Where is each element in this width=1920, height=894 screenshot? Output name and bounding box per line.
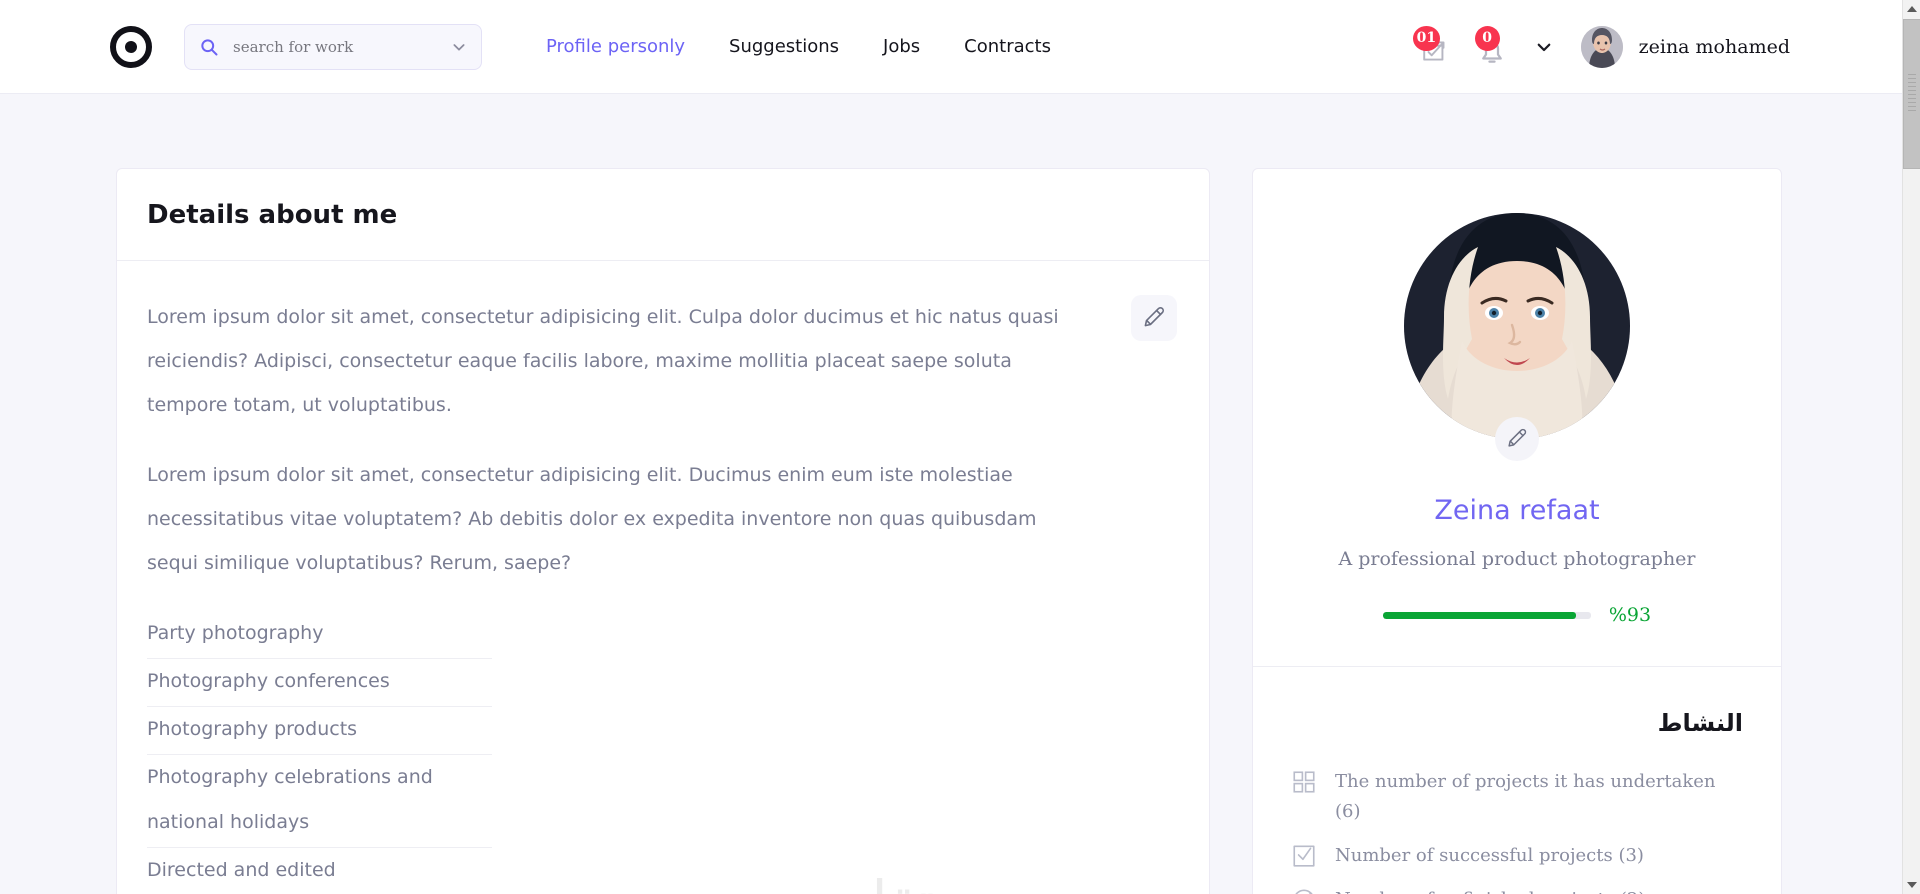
scroll-down-arrow-icon[interactable] (1903, 876, 1920, 894)
list-item: Directed and edited (147, 848, 492, 894)
list-item: Photography conferences (147, 659, 492, 707)
pencil-edit-icon (1506, 427, 1528, 452)
search-box[interactable] (184, 23, 482, 70)
nav-item-jobs[interactable]: Jobs (861, 36, 942, 57)
page-scrollbar[interactable] (1902, 0, 1920, 894)
about-paragraph-2: Lorem ipsum dolor sit amet, consectetur … (147, 464, 1037, 574)
slash-circle-icon (1291, 887, 1317, 894)
profile-completion: %93 (1253, 604, 1781, 626)
card-body: Lorem ipsum dolor sit amet, consectetur … (117, 261, 1209, 894)
profile-summary: Zeina refaat A professional product phot… (1253, 169, 1781, 667)
page-body: Details about me Lorem ipsum dolor sit a (0, 94, 1902, 894)
activity-heading: النشاط (1657, 709, 1743, 737)
nav-item-contracts[interactable]: Contracts (942, 36, 1073, 57)
list-item: Number of unfinished projects (2) (1291, 885, 1743, 894)
completion-progress-fill (1382, 611, 1577, 619)
notifications-badge: 0 (1474, 25, 1500, 51)
pencil-edit-icon (1142, 305, 1166, 332)
skills-list: Party photography Photography conference… (147, 611, 492, 894)
scroll-up-arrow-icon[interactable] (1903, 0, 1920, 18)
watermark-arabic: مستقل (817, 871, 1047, 894)
completion-percent-label: %93 (1608, 604, 1652, 626)
about-paragraph-1: Lorem ipsum dolor sit amet, consectetur … (147, 306, 1059, 416)
edit-profile-photo-button[interactable] (1495, 417, 1539, 461)
activity-item-label: Number of successful projects (3) (1335, 845, 1644, 866)
account-chevron-down-icon[interactable] (1535, 38, 1553, 56)
list-item: The number of projects it has undertaken… (1291, 767, 1743, 827)
scrollbar-grip (1908, 74, 1916, 114)
profile-side-card: Zeina refaat A professional product phot… (1252, 168, 1782, 894)
list-item: Photography celebrations and national ho… (147, 755, 492, 848)
messages-badge: 01 (1412, 25, 1441, 51)
profile-title: A professional product photographer (1338, 548, 1696, 570)
card-header: Details about me (117, 169, 1209, 261)
scrollbar-thumb[interactable] (1903, 19, 1920, 169)
target-circle-logo-icon[interactable] (110, 25, 152, 68)
profile-photo (1404, 213, 1630, 439)
notifications-button[interactable]: 0 (1473, 25, 1511, 66)
grid-squares-icon (1291, 769, 1317, 795)
logo-inner-dot (125, 40, 137, 53)
site-header: Profile personly Suggestions Jobs Contra… (0, 0, 1902, 94)
mostaql-watermark: مستقل mostaql.com (817, 871, 1047, 894)
profile-name[interactable]: Zeina refaat (1253, 495, 1781, 526)
nav-item-profile-personly[interactable]: Profile personly (524, 36, 707, 57)
search-input[interactable] (233, 37, 451, 56)
activity-item-label: Number of unfinished projects (2) (1335, 885, 1645, 894)
check-square-icon (1291, 843, 1317, 869)
activity-section: النشاط The number of projects it has und… (1253, 667, 1781, 894)
edit-details-button[interactable] (1131, 295, 1177, 341)
header-actions: 01 0 zeina mohamed (1399, 25, 1790, 68)
activity-item-label: The number of projects it has undertaken… (1335, 771, 1716, 822)
profile-photo-wrapper (1404, 213, 1630, 461)
chevron-down-icon[interactable] (451, 39, 467, 55)
main-navigation: Profile personly Suggestions Jobs Contra… (524, 36, 1073, 57)
completion-progress-bar (1382, 611, 1591, 619)
search-icon (199, 37, 219, 57)
list-item: Photography products (147, 707, 492, 755)
messages-button[interactable]: 01 (1412, 25, 1455, 66)
details-about-me-card: Details about me Lorem ipsum dolor sit a (116, 168, 1210, 894)
list-item: Number of successful projects (3) (1291, 841, 1743, 871)
username-label: zeina mohamed (1638, 35, 1790, 58)
list-item: Party photography (147, 611, 492, 659)
user-avatar[interactable] (1580, 25, 1623, 68)
page-title: Details about me (147, 199, 398, 230)
nav-item-suggestions[interactable]: Suggestions (707, 36, 861, 57)
browser-viewport: Profile personly Suggestions Jobs Contra… (0, 0, 1920, 894)
